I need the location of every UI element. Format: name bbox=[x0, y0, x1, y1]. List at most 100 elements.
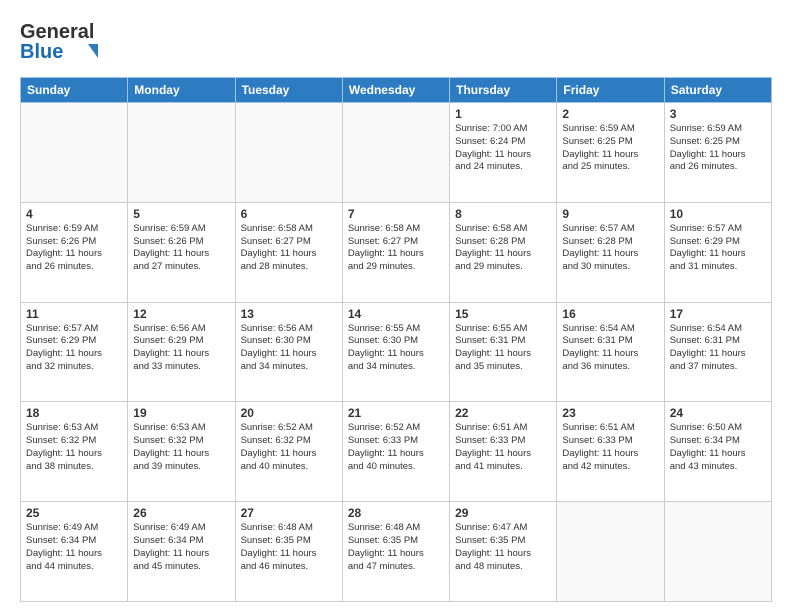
day-info: Sunrise: 6:55 AM Sunset: 6:31 PM Dayligh… bbox=[455, 323, 551, 374]
day-cell: 17 Sunrise: 6:54 AM Sunset: 6:31 PM Dayli… bbox=[664, 302, 771, 402]
day-info: Sunrise: 6:54 AM Sunset: 6:31 PM Dayligh… bbox=[562, 323, 658, 374]
day-info: Sunrise: 6:56 AM Sunset: 6:29 PM Dayligh… bbox=[133, 323, 229, 374]
day-number: 21 bbox=[348, 406, 444, 420]
day-number: 23 bbox=[562, 406, 658, 420]
day-info: Sunrise: 6:52 AM Sunset: 6:33 PM Dayligh… bbox=[348, 422, 444, 473]
day-info: Sunrise: 6:48 AM Sunset: 6:35 PM Dayligh… bbox=[348, 522, 444, 573]
day-number: 3 bbox=[670, 107, 766, 121]
day-number: 6 bbox=[241, 207, 337, 221]
day-info: Sunrise: 6:51 AM Sunset: 6:33 PM Dayligh… bbox=[562, 422, 658, 473]
day-info: Sunrise: 7:00 AM Sunset: 6:24 PM Dayligh… bbox=[455, 123, 551, 174]
day-cell: 15 Sunrise: 6:55 AM Sunset: 6:31 PM Dayli… bbox=[450, 302, 557, 402]
day-number: 19 bbox=[133, 406, 229, 420]
svg-text:Blue: Blue bbox=[20, 41, 63, 63]
day-cell: 26 Sunrise: 6:49 AM Sunset: 6:34 PM Dayli… bbox=[128, 502, 235, 602]
day-info: Sunrise: 6:55 AM Sunset: 6:30 PM Dayligh… bbox=[348, 323, 444, 374]
day-info: Sunrise: 6:58 AM Sunset: 6:27 PM Dayligh… bbox=[241, 223, 337, 274]
day-number: 27 bbox=[241, 506, 337, 520]
day-cell: 6 Sunrise: 6:58 AM Sunset: 6:27 PM Daylig… bbox=[235, 202, 342, 302]
day-number: 11 bbox=[26, 307, 122, 321]
day-info: Sunrise: 6:53 AM Sunset: 6:32 PM Dayligh… bbox=[26, 422, 122, 473]
day-cell bbox=[342, 103, 449, 203]
header: General Blue bbox=[20, 16, 772, 69]
weekday-header-tuesday: Tuesday bbox=[235, 78, 342, 103]
day-info: Sunrise: 6:49 AM Sunset: 6:34 PM Dayligh… bbox=[26, 522, 122, 573]
day-number: 20 bbox=[241, 406, 337, 420]
weekday-header-thursday: Thursday bbox=[450, 78, 557, 103]
week-row-2: 4 Sunrise: 6:59 AM Sunset: 6:26 PM Daylig… bbox=[21, 202, 772, 302]
day-info: Sunrise: 6:59 AM Sunset: 6:26 PM Dayligh… bbox=[26, 223, 122, 274]
day-info: Sunrise: 6:56 AM Sunset: 6:30 PM Dayligh… bbox=[241, 323, 337, 374]
day-number: 13 bbox=[241, 307, 337, 321]
day-info: Sunrise: 6:58 AM Sunset: 6:27 PM Dayligh… bbox=[348, 223, 444, 274]
day-number: 5 bbox=[133, 207, 229, 221]
weekday-header-wednesday: Wednesday bbox=[342, 78, 449, 103]
day-info: Sunrise: 6:51 AM Sunset: 6:33 PM Dayligh… bbox=[455, 422, 551, 473]
day-number: 10 bbox=[670, 207, 766, 221]
day-number: 8 bbox=[455, 207, 551, 221]
day-number: 16 bbox=[562, 307, 658, 321]
day-info: Sunrise: 6:58 AM Sunset: 6:28 PM Dayligh… bbox=[455, 223, 551, 274]
week-row-3: 11 Sunrise: 6:57 AM Sunset: 6:29 PM Dayli… bbox=[21, 302, 772, 402]
logo: General Blue bbox=[20, 16, 110, 69]
day-number: 14 bbox=[348, 307, 444, 321]
day-number: 28 bbox=[348, 506, 444, 520]
day-cell: 12 Sunrise: 6:56 AM Sunset: 6:29 PM Dayli… bbox=[128, 302, 235, 402]
svg-text:General: General bbox=[20, 21, 94, 43]
day-cell: 4 Sunrise: 6:59 AM Sunset: 6:26 PM Daylig… bbox=[21, 202, 128, 302]
day-cell: 11 Sunrise: 6:57 AM Sunset: 6:29 PM Dayli… bbox=[21, 302, 128, 402]
day-cell: 2 Sunrise: 6:59 AM Sunset: 6:25 PM Daylig… bbox=[557, 103, 664, 203]
day-info: Sunrise: 6:57 AM Sunset: 6:28 PM Dayligh… bbox=[562, 223, 658, 274]
calendar-body: 1Sunrise: 7:00 AM Sunset: 6:24 PM Daylig… bbox=[21, 103, 772, 602]
day-info: Sunrise: 6:47 AM Sunset: 6:35 PM Dayligh… bbox=[455, 522, 551, 573]
day-number: 7 bbox=[348, 207, 444, 221]
day-info: Sunrise: 6:48 AM Sunset: 6:35 PM Dayligh… bbox=[241, 522, 337, 573]
day-number: 18 bbox=[26, 406, 122, 420]
day-cell: 28 Sunrise: 6:48 AM Sunset: 6:35 PM Dayli… bbox=[342, 502, 449, 602]
calendar-header: SundayMondayTuesdayWednesdayThursdayFrid… bbox=[21, 78, 772, 103]
day-cell: 3Sunrise: 6:59 AM Sunset: 6:25 PM Daylig… bbox=[664, 103, 771, 203]
day-cell: 20 Sunrise: 6:52 AM Sunset: 6:32 PM Dayli… bbox=[235, 402, 342, 502]
weekday-header-saturday: Saturday bbox=[664, 78, 771, 103]
day-number: 25 bbox=[26, 506, 122, 520]
day-cell: 8 Sunrise: 6:58 AM Sunset: 6:28 PM Daylig… bbox=[450, 202, 557, 302]
day-cell bbox=[557, 502, 664, 602]
day-number: 26 bbox=[133, 506, 229, 520]
week-row-5: 25 Sunrise: 6:49 AM Sunset: 6:34 PM Dayli… bbox=[21, 502, 772, 602]
day-number: 9 bbox=[562, 207, 658, 221]
day-cell: 1Sunrise: 7:00 AM Sunset: 6:24 PM Daylig… bbox=[450, 103, 557, 203]
day-cell: 21 Sunrise: 6:52 AM Sunset: 6:33 PM Dayli… bbox=[342, 402, 449, 502]
day-info: Sunrise: 6:50 AM Sunset: 6:34 PM Dayligh… bbox=[670, 422, 766, 473]
day-cell bbox=[128, 103, 235, 203]
day-cell: 24Sunrise: 6:50 AM Sunset: 6:34 PM Dayli… bbox=[664, 402, 771, 502]
day-cell: 16 Sunrise: 6:54 AM Sunset: 6:31 PM Dayli… bbox=[557, 302, 664, 402]
day-info: Sunrise: 6:52 AM Sunset: 6:32 PM Dayligh… bbox=[241, 422, 337, 473]
day-cell: 10 Sunrise: 6:57 AM Sunset: 6:29 PM Dayli… bbox=[664, 202, 771, 302]
day-info: Sunrise: 6:59 AM Sunset: 6:25 PM Dayligh… bbox=[562, 123, 658, 174]
day-cell: 9 Sunrise: 6:57 AM Sunset: 6:28 PM Daylig… bbox=[557, 202, 664, 302]
weekday-header-monday: Monday bbox=[128, 78, 235, 103]
day-info: Sunrise: 6:53 AM Sunset: 6:32 PM Dayligh… bbox=[133, 422, 229, 473]
day-cell bbox=[21, 103, 128, 203]
day-cell: 18 Sunrise: 6:53 AM Sunset: 6:32 PM Dayli… bbox=[21, 402, 128, 502]
day-number: 29 bbox=[455, 506, 551, 520]
day-number: 15 bbox=[455, 307, 551, 321]
day-cell: 5 Sunrise: 6:59 AM Sunset: 6:26 PM Daylig… bbox=[128, 202, 235, 302]
day-number: 17 bbox=[670, 307, 766, 321]
day-cell: 23 Sunrise: 6:51 AM Sunset: 6:33 PM Dayli… bbox=[557, 402, 664, 502]
day-cell: 7 Sunrise: 6:58 AM Sunset: 6:27 PM Daylig… bbox=[342, 202, 449, 302]
day-cell bbox=[235, 103, 342, 203]
week-row-1: 1Sunrise: 7:00 AM Sunset: 6:24 PM Daylig… bbox=[21, 103, 772, 203]
day-info: Sunrise: 6:49 AM Sunset: 6:34 PM Dayligh… bbox=[133, 522, 229, 573]
day-number: 2 bbox=[562, 107, 658, 121]
day-cell: 19 Sunrise: 6:53 AM Sunset: 6:32 PM Dayli… bbox=[128, 402, 235, 502]
day-info: Sunrise: 6:59 AM Sunset: 6:26 PM Dayligh… bbox=[133, 223, 229, 274]
day-info: Sunrise: 6:54 AM Sunset: 6:31 PM Dayligh… bbox=[670, 323, 766, 374]
weekday-header-sunday: Sunday bbox=[21, 78, 128, 103]
day-info: Sunrise: 6:57 AM Sunset: 6:29 PM Dayligh… bbox=[26, 323, 122, 374]
weekday-header-friday: Friday bbox=[557, 78, 664, 103]
day-number: 12 bbox=[133, 307, 229, 321]
day-number: 4 bbox=[26, 207, 122, 221]
day-cell bbox=[664, 502, 771, 602]
day-info: Sunrise: 6:57 AM Sunset: 6:29 PM Dayligh… bbox=[670, 223, 766, 274]
